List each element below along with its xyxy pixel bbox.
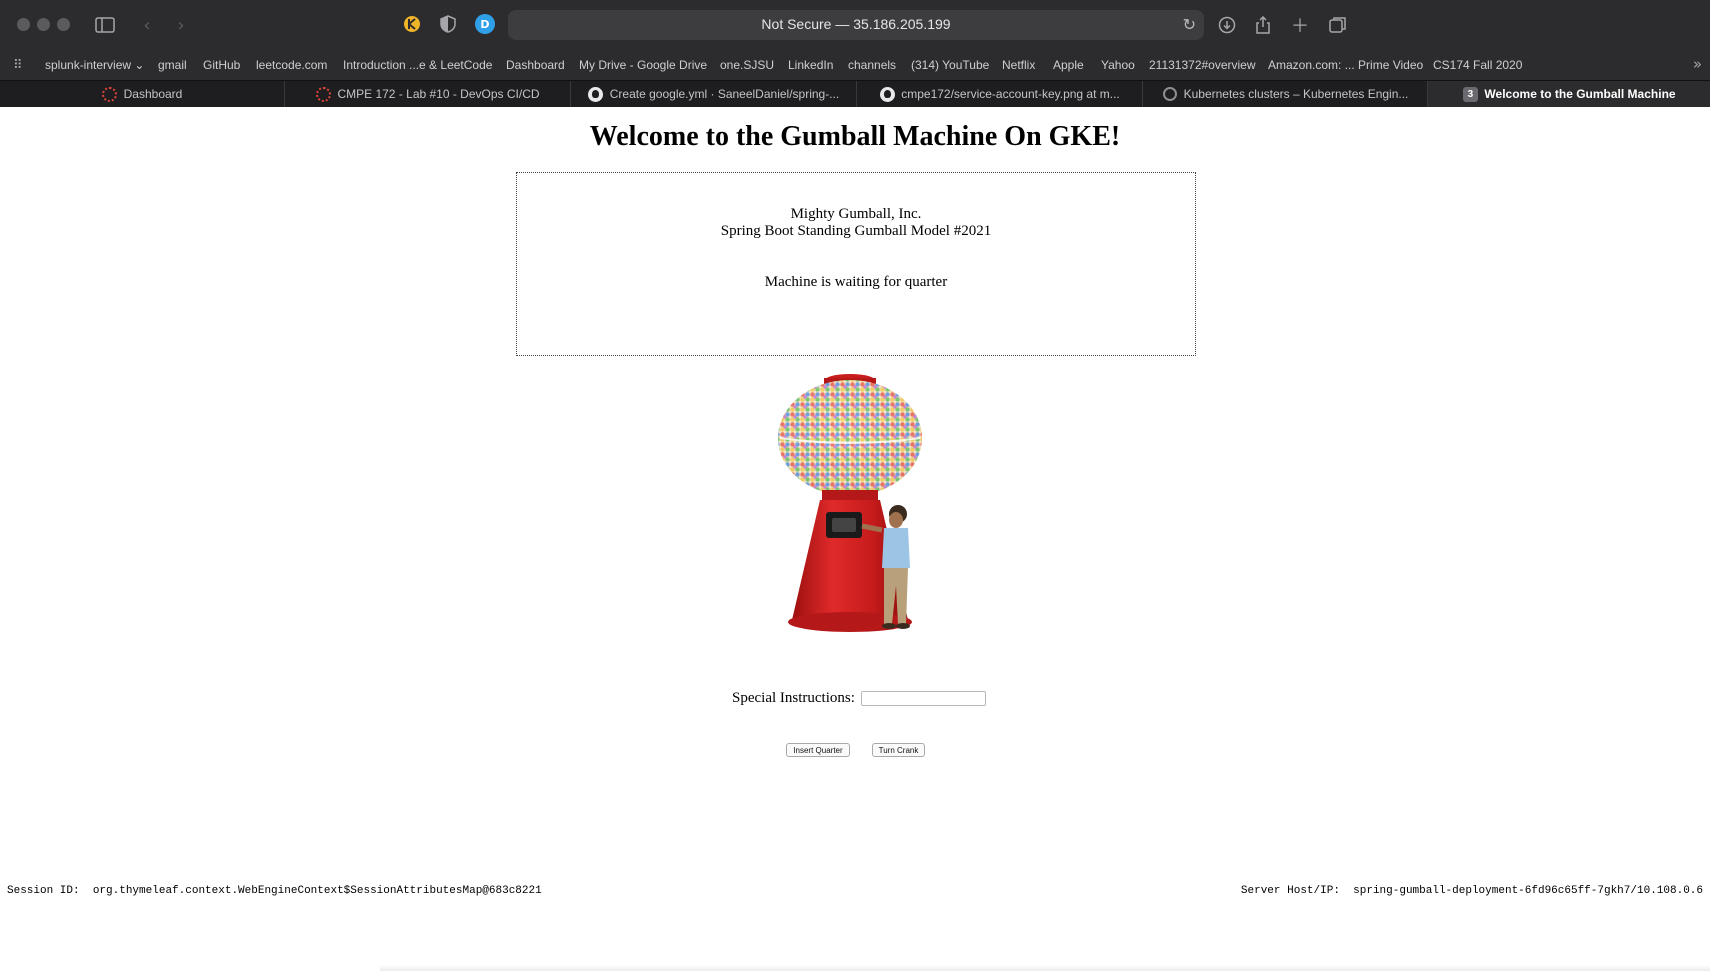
share-icon[interactable] <box>1251 13 1275 37</box>
number-badge-icon: 3 <box>1462 86 1478 102</box>
minimize-window-button[interactable] <box>37 18 50 31</box>
tab-welcome-gumball[interactable]: 3 Welcome to the Gumball Machine <box>1428 81 1710 107</box>
special-instructions-row: Special Instructions: <box>732 688 986 708</box>
download-icon[interactable] <box>1215 13 1239 37</box>
back-icon[interactable]: ‹ <box>135 13 159 37</box>
page-title: Welcome to the Gumball Machine On GKE! <box>589 121 1121 152</box>
reload-icon[interactable]: ↻ <box>1183 15 1196 34</box>
circleci-icon <box>102 86 118 102</box>
address-bar[interactable]: Not Secure — 35.186.205.199 ↻ <box>508 10 1204 40</box>
tab-kubernetes-clusters[interactable]: Kubernetes clusters – Kubernetes Engin..… <box>1143 81 1428 107</box>
server-host-info: Server Host/IP: spring-gumball-deploymen… <box>1241 885 1703 897</box>
bookmark-splunk-interview[interactable]: splunk-interview ⌄ <box>45 58 144 72</box>
special-instructions-input[interactable] <box>860 690 986 706</box>
new-tab-icon[interactable]: ＋ <box>1288 13 1312 37</box>
server-host-label: Server Host/IP: <box>1240 885 1340 897</box>
bookmark-yahoo[interactable]: Yahoo <box>1101 58 1135 72</box>
circleci-icon <box>315 86 331 102</box>
machine-status-panel: Mighty Gumball, Inc. Spring Boot Standin… <box>516 172 1196 356</box>
zoom-window-button[interactable] <box>57 18 70 31</box>
tab-cmpe172-lab10[interactable]: CMPE 172 - Lab #10 - DevOps CI/CD <box>285 81 571 107</box>
browser-toolbar: ‹ › D Not Secure — 35.186.205.199 ↻ ＋ <box>0 0 1710 50</box>
machine-state: Machine is waiting for quarter <box>764 274 948 290</box>
url-text: Not Secure — 35.186.205.199 <box>761 16 951 32</box>
bookmark-leetcode[interactable]: leetcode.com <box>256 58 327 72</box>
bookmarks-bar: ⠿ splunk-interview ⌄ gmail GitHub leetco… <box>0 50 1710 80</box>
bookmark-netflix[interactable]: Netflix <box>1002 58 1035 72</box>
insert-quarter-button[interactable]: Insert Quarter <box>786 743 850 757</box>
tab-overview-icon[interactable] <box>1326 13 1350 37</box>
close-window-button[interactable] <box>17 18 30 31</box>
window-bottom-shadow <box>380 965 1710 971</box>
tab-create-google-yml[interactable]: Create google.yml · SaneelDaniel/spring-… <box>571 81 857 107</box>
bookmark-gmail[interactable]: gmail <box>158 58 187 72</box>
bookmark-youtube[interactable]: (314) YouTube <box>911 58 989 72</box>
session-id-value: org.thymeleaf.context.WebEngineContext$S… <box>92 885 542 897</box>
bookmark-overview[interactable]: 21131372#overview <box>1149 58 1256 72</box>
tab-service-account-key[interactable]: cmpe172/service-account-key.png at m... <box>857 81 1143 107</box>
company-name: Mighty Gumball, Inc. <box>790 206 922 222</box>
apps-grid-icon[interactable]: ⠿ <box>13 58 23 73</box>
session-id-info: Session ID: org.thymeleaf.context.WebEng… <box>7 885 542 897</box>
bookmark-apple[interactable]: Apple <box>1053 58 1084 72</box>
bookmark-prime-video[interactable]: Amazon.com: ... Prime Video <box>1268 58 1423 72</box>
bookmark-linkedin[interactable]: LinkedIn <box>788 58 833 72</box>
extension-keeper-icon[interactable] <box>402 14 422 34</box>
tab-bar: Dashboard CMPE 172 - Lab #10 - DevOps CI… <box>0 80 1710 107</box>
machine-model: Spring Boot Standing Gumball Model #2021 <box>720 223 992 239</box>
github-icon <box>588 86 604 102</box>
bookmark-cs174[interactable]: CS174 Fall 2020 <box>1433 58 1522 72</box>
special-instructions-label: Special Instructions: <box>732 689 855 706</box>
gear-icon <box>1162 86 1178 102</box>
forward-icon[interactable]: › <box>169 13 193 37</box>
bookmark-google-drive[interactable]: My Drive - Google Drive <box>579 58 707 72</box>
server-host-value: spring-gumball-deployment-6fd96c65ff-7gk… <box>1353 885 1703 897</box>
bookmark-channels[interactable]: channels <box>848 58 896 72</box>
turn-crank-button[interactable]: Turn Crank <box>872 743 925 757</box>
github-icon <box>879 86 895 102</box>
gumball-machine-image <box>778 374 922 632</box>
bookmark-dashboard[interactable]: Dashboard <box>506 58 565 72</box>
bookmark-one-sjsu[interactable]: one.SJSU <box>720 58 774 72</box>
tab-dashboard[interactable]: Dashboard <box>0 81 285 107</box>
chevron-down-icon: ⌄ <box>134 58 145 72</box>
bookmark-github[interactable]: GitHub <box>203 58 240 72</box>
extension-d-icon[interactable]: D <box>475 14 495 34</box>
sidebar-toggle-icon[interactable] <box>93 13 117 37</box>
shield-icon[interactable] <box>438 14 458 34</box>
session-id-label: Session ID: <box>7 885 80 897</box>
bookmark-introduction-leetcode[interactable]: Introduction ...e & LeetCode <box>343 58 492 72</box>
more-bookmarks-icon[interactable]: » <box>1693 55 1702 73</box>
